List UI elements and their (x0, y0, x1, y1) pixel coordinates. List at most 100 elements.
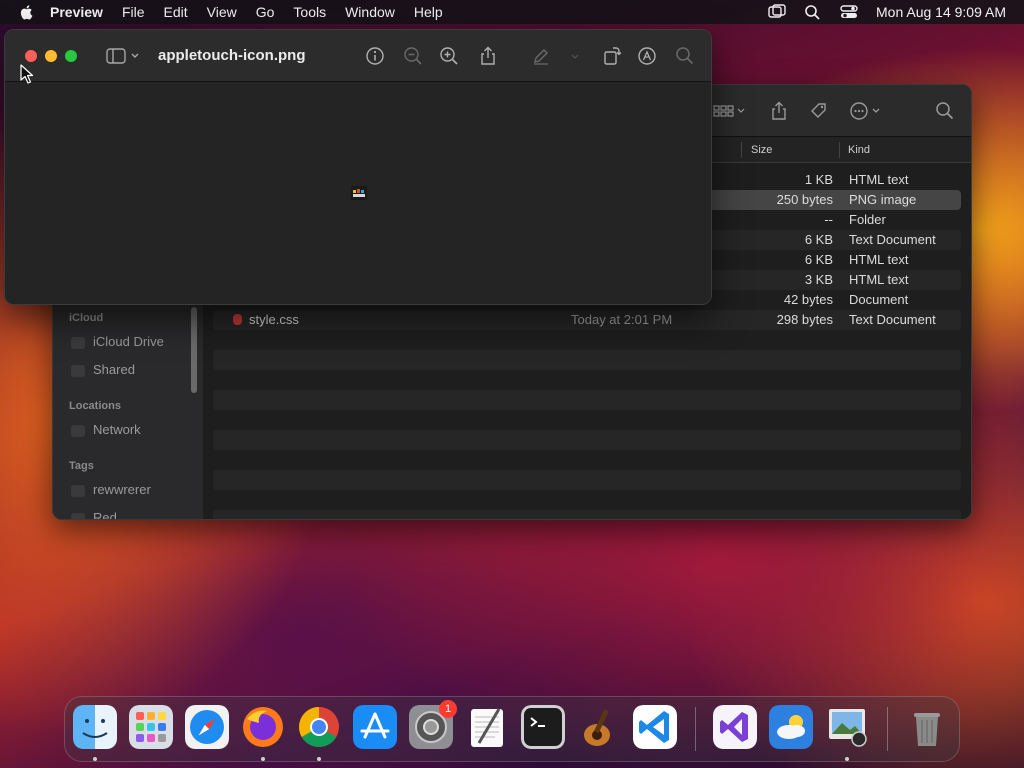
empty-row (213, 430, 961, 450)
zoom-out-icon[interactable] (403, 46, 423, 66)
sidebar-item-shared[interactable]: Shared (93, 362, 135, 377)
markup-dropdown-icon[interactable] (569, 46, 581, 66)
empty-row (213, 510, 961, 519)
screen-mirroring-icon[interactable] (768, 4, 786, 20)
network-icon (71, 425, 85, 437)
file-kind: HTML text (849, 272, 909, 287)
menubar-clock[interactable]: Mon Aug 14 9:09 AM (876, 4, 1006, 20)
dock: 1 (64, 696, 960, 762)
dock-separator (695, 707, 696, 751)
running-indicator (845, 757, 849, 761)
sidebar-section-icloud: iCloud (69, 312, 104, 324)
file-size: 250 bytes (776, 192, 833, 207)
share-icon[interactable] (769, 101, 789, 121)
file-row-style-css[interactable]: style.css Today at 2:01 PM 298 bytes Tex… (213, 310, 961, 330)
sidebar-scrollbar[interactable] (191, 307, 197, 393)
zoom-in-icon[interactable] (439, 46, 459, 66)
textedit-app-icon[interactable] (465, 705, 509, 749)
file-size: 298 bytes (776, 312, 833, 327)
minimize-button[interactable] (45, 50, 57, 62)
column-divider[interactable] (741, 142, 742, 158)
chrome-app-icon[interactable] (297, 705, 341, 749)
share-icon[interactable] (478, 46, 498, 66)
file-kind: Folder (849, 212, 886, 227)
instruments-app-icon[interactable] (577, 705, 621, 749)
trash-icon[interactable] (905, 705, 949, 749)
menu-help[interactable]: Help (414, 4, 443, 20)
launchpad-app-icon[interactable] (129, 705, 173, 749)
zoom-button[interactable] (65, 50, 77, 62)
menu-window[interactable]: Window (345, 4, 395, 20)
rotate-icon[interactable] (602, 46, 622, 66)
menu-go[interactable]: Go (256, 4, 275, 20)
visual-studio-app-icon[interactable] (713, 705, 757, 749)
preview-app-icon[interactable] (825, 705, 869, 749)
vscode-app-icon[interactable] (633, 705, 677, 749)
safari-app-icon[interactable] (185, 705, 229, 749)
menu-tools[interactable]: Tools (293, 4, 326, 20)
sidebar-item-icloud-drive[interactable]: iCloud Drive (93, 334, 164, 349)
apple-logo-icon[interactable] (18, 3, 36, 21)
file-date: Today at 2:01 PM (571, 312, 673, 327)
file-size: 1 KB (804, 172, 833, 187)
firefox-app-icon[interactable] (241, 705, 285, 749)
image-thumbnail-icon (351, 186, 367, 200)
menu-app-name[interactable]: Preview (50, 4, 103, 20)
view-options-icon[interactable] (713, 101, 747, 121)
app-store-app-icon[interactable] (353, 705, 397, 749)
notification-badge: 1 (439, 700, 457, 718)
close-button[interactable] (25, 50, 37, 62)
control-center-icon[interactable] (840, 4, 858, 20)
file-size: 3 KB (804, 272, 833, 287)
file-size: -- (824, 212, 833, 227)
running-indicator (317, 757, 321, 761)
empty-row (213, 470, 961, 490)
search-icon[interactable] (675, 46, 695, 66)
sidebar-item-network[interactable]: Network (93, 422, 141, 437)
running-indicator (93, 757, 97, 761)
document-title[interactable]: appletouch-icon.png (158, 47, 306, 64)
finder-app-icon[interactable] (73, 705, 117, 749)
sidebar-section-tags: Tags (69, 460, 94, 472)
file-kind: Document (849, 292, 909, 307)
tag-red-icon (71, 513, 85, 519)
markup-pen-icon[interactable] (531, 46, 551, 66)
sidebar-toggle-icon[interactable] (105, 46, 145, 66)
menu-bar: Preview File Edit View Go Tools Window H… (0, 0, 1024, 24)
menu-edit[interactable]: Edit (164, 4, 188, 20)
weather-app-icon[interactable] (769, 705, 813, 749)
sidebar-section-locations: Locations (69, 400, 121, 412)
column-divider[interactable] (839, 142, 840, 158)
search-icon[interactable] (935, 101, 955, 121)
dock-separator (887, 707, 888, 751)
annotate-icon[interactable] (637, 46, 657, 66)
info-icon[interactable] (365, 46, 385, 66)
menu-view[interactable]: View (207, 4, 237, 20)
image-canvas[interactable] (5, 82, 711, 304)
file-kind: Text Document (849, 232, 936, 247)
file-kind: Text Document (849, 312, 936, 327)
file-kind: HTML text (849, 252, 909, 267)
file-kind: PNG image (849, 192, 917, 207)
tag-icon[interactable] (809, 101, 829, 121)
empty-row (213, 450, 961, 470)
empty-row (213, 330, 961, 350)
file-kind: HTML text (849, 172, 909, 187)
terminal-app-icon[interactable] (521, 705, 565, 749)
file-size: 42 bytes (783, 292, 833, 307)
sidebar-item-tag-red[interactable]: Red (93, 510, 117, 519)
shared-folder-icon (71, 365, 85, 377)
file-size: 6 KB (804, 232, 833, 247)
menu-file[interactable]: File (122, 4, 145, 20)
column-header-size[interactable]: Size (751, 144, 772, 156)
preview-window: appletouch-icon.png (4, 29, 712, 305)
file-name: style.css (249, 312, 299, 327)
sidebar-item-tag-rewwrerer[interactable]: rewwrerer (93, 482, 151, 497)
icloud-drive-icon (71, 337, 85, 349)
tag-color-icon (71, 485, 85, 497)
more-actions-icon[interactable] (849, 101, 885, 121)
css-file-icon (233, 314, 242, 325)
column-header-kind[interactable]: Kind (848, 144, 870, 156)
spotlight-search-icon[interactable] (804, 4, 822, 20)
empty-row (213, 410, 961, 430)
